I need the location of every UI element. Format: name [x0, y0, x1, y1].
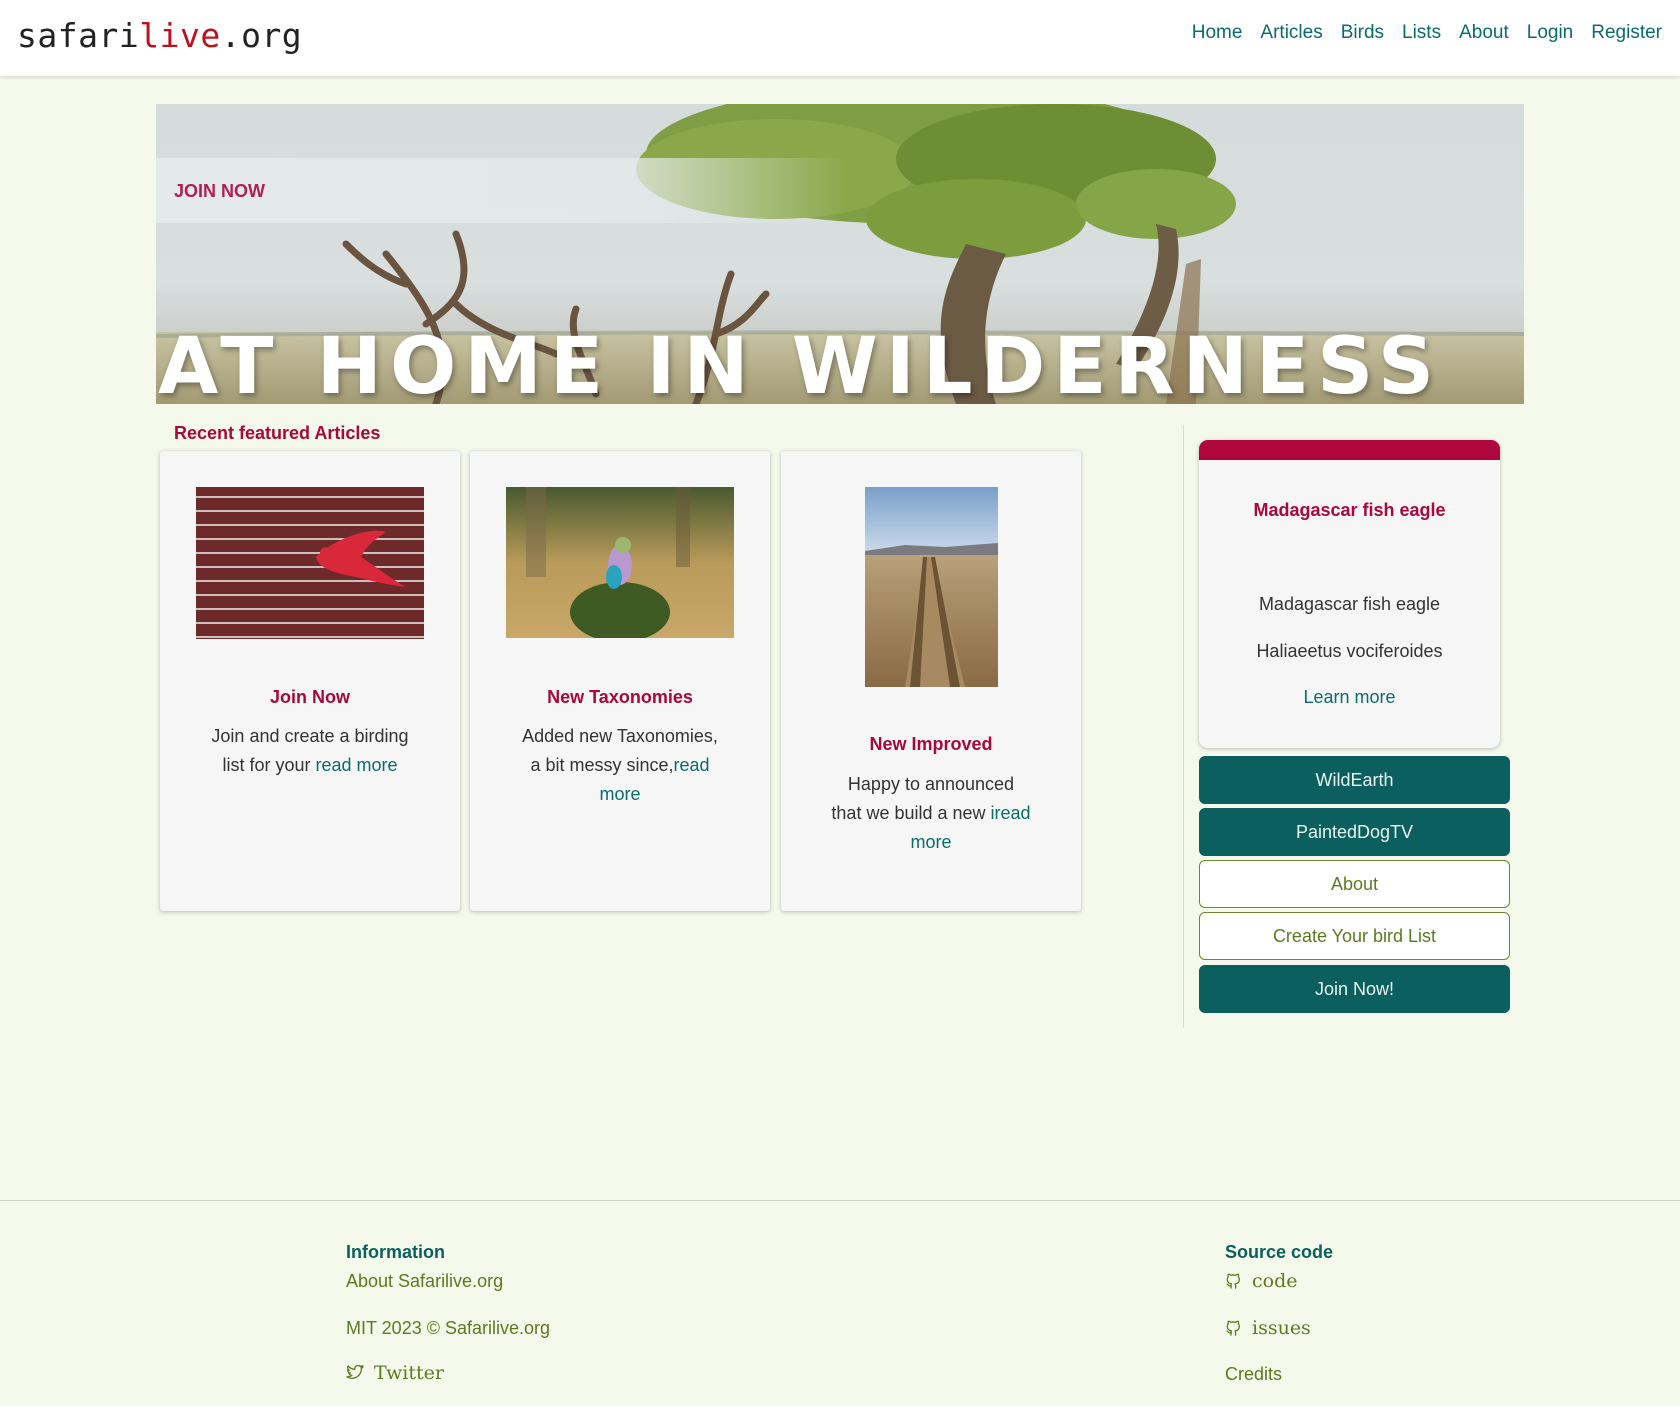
- article-title[interactable]: New Taxonomies: [470, 687, 770, 708]
- article-card-new-taxonomies: New Taxonomies Added new Taxonomies, a b…: [470, 451, 770, 911]
- footer-information-heading: Information: [346, 1242, 445, 1262]
- article-image-roller-bird[interactable]: [506, 487, 734, 638]
- footer-copyright: MIT 2023 © Safarilive.org: [346, 1318, 551, 1338]
- footer-issues-label: issues: [1252, 1317, 1311, 1339]
- footer-code-label: code: [1252, 1270, 1298, 1292]
- hero-title: AT HOME IN WILDERNESS: [158, 322, 1443, 412]
- footer-issues-link[interactable]: issues: [1225, 1317, 1311, 1339]
- article-card-new-improved: New Improved Happy to announced that we …: [781, 451, 1081, 911]
- nav-register[interactable]: Register: [1591, 22, 1662, 44]
- learn-more-link[interactable]: Learn more: [1199, 687, 1500, 708]
- article-excerpt: Happy to announced that we build a new i…: [831, 770, 1031, 857]
- nav-login[interactable]: Login: [1527, 22, 1574, 44]
- wildearth-button[interactable]: WildEarth: [1199, 756, 1510, 804]
- footer-about-link[interactable]: About Safarilive.org: [346, 1271, 503, 1292]
- featured-bird-card: Madagascar fish eagle Madagascar fish ea…: [1199, 440, 1500, 748]
- featured-section-title: Recent featured Articles: [174, 423, 381, 443]
- footer-twitter-link[interactable]: Twitter: [346, 1362, 444, 1384]
- nav-menu: Home Articles Birds Lists About Login Re…: [1174, 22, 1662, 44]
- nav-articles[interactable]: Articles: [1260, 22, 1322, 44]
- nav-lists[interactable]: Lists: [1402, 22, 1441, 44]
- footer-twitter-label: Twitter: [374, 1362, 444, 1384]
- article-excerpt: Join and create a birding list for your …: [210, 722, 410, 780]
- github-icon: [1226, 1273, 1240, 1289]
- article-title[interactable]: New Improved: [781, 734, 1081, 755]
- about-button[interactable]: About: [1199, 860, 1510, 908]
- bird-card-title: Madagascar fish eagle: [1253, 500, 1446, 520]
- article-title[interactable]: Join Now: [160, 687, 460, 708]
- bird-scientific-name: Haliaeetus vociferoides: [1256, 641, 1443, 661]
- footer-code-link[interactable]: code: [1225, 1270, 1298, 1292]
- nav-home[interactable]: Home: [1192, 22, 1243, 44]
- article-excerpt-text: Happy to announced that we build a new: [831, 774, 1015, 823]
- article-card-join-now: Join Now Join and create a birding list …: [160, 451, 460, 911]
- sidebar-divider: [1183, 425, 1184, 1028]
- join-now-button[interactable]: Join Now!: [1199, 965, 1510, 1013]
- brand-part-safari: safari: [17, 16, 140, 55]
- article-image-red-bird[interactable]: [196, 487, 424, 639]
- brand-part-live: live: [139, 16, 221, 55]
- painteddogtv-button[interactable]: PaintedDogTV: [1199, 808, 1510, 856]
- article-image-dirt-road[interactable]: [865, 487, 998, 687]
- github-icon: [1226, 1320, 1240, 1336]
- read-more-link[interactable]: read more: [315, 755, 397, 775]
- nav-about[interactable]: About: [1459, 22, 1509, 44]
- top-navbar: safarilive.org Home Articles Birds Lists…: [0, 0, 1680, 76]
- hero-join-now-link[interactable]: JOIN NOW: [174, 181, 265, 202]
- brand-part-org: .org: [220, 16, 303, 55]
- bird-card-header-bar: [1199, 440, 1500, 460]
- nav-birds[interactable]: Birds: [1341, 22, 1384, 44]
- footer-credits-link[interactable]: Credits: [1225, 1364, 1282, 1385]
- twitter-icon: [346, 1365, 364, 1379]
- footer-source-heading: Source code: [1225, 1242, 1334, 1262]
- bird-common-name: Madagascar fish eagle: [1258, 594, 1441, 614]
- footer-divider: [0, 1200, 1680, 1201]
- brand-logo[interactable]: safarilive.org: [17, 16, 302, 55]
- create-bird-list-button[interactable]: Create Your bird List: [1199, 912, 1510, 960]
- article-excerpt: Added new Taxonomies, a bit messy since,…: [520, 722, 720, 809]
